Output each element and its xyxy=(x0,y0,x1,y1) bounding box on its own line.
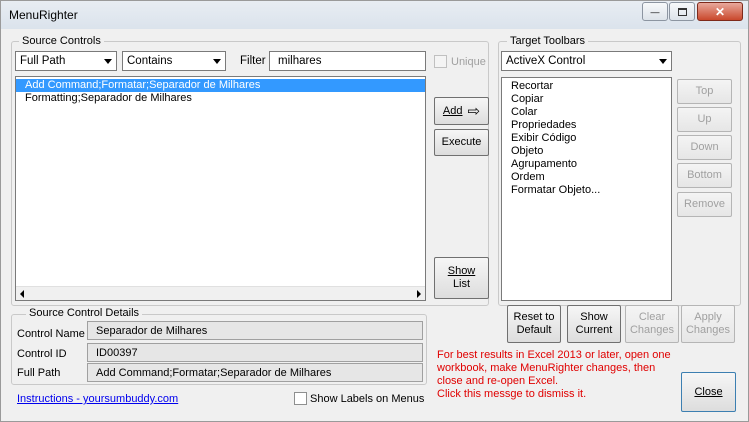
title-bar[interactable]: MenuRighter — ✕ xyxy=(1,1,748,29)
list-item[interactable]: Formatar Objeto... xyxy=(502,184,671,197)
horizontal-scrollbar[interactable] xyxy=(16,286,425,300)
filter-input[interactable]: milhares xyxy=(269,51,426,71)
apply-line1: Apply xyxy=(694,311,722,323)
control-name-label: Control Name xyxy=(17,328,85,340)
close-button-label: Close xyxy=(694,385,723,398)
instructions-link[interactable]: Instructions - yoursumbuddy.com xyxy=(17,393,178,405)
target-toolbars-label: Target Toolbars xyxy=(507,35,589,47)
minimize-icon: — xyxy=(650,6,660,17)
message-line: close and re-open Excel. xyxy=(437,375,559,387)
chevron-down-icon[interactable] xyxy=(654,52,671,70)
scroll-left-icon[interactable] xyxy=(20,290,24,298)
move-down-button[interactable]: Down xyxy=(677,135,732,160)
show-current-line2: Current xyxy=(575,324,613,336)
restore-icon xyxy=(677,7,687,16)
target-toolbar-list[interactable]: Recortar Copiar Colar Propriedades Exibi… xyxy=(501,77,672,301)
list-item[interactable]: Formatting;Separador de Milhares xyxy=(16,92,425,105)
source-control-details-label: Source Control Details xyxy=(26,307,143,319)
reset-line1: Reset to xyxy=(513,311,555,323)
show-list-button[interactable]: Show List xyxy=(434,257,489,299)
apply-line2: Changes xyxy=(685,324,731,336)
match-mode-combo[interactable]: Contains xyxy=(122,51,226,71)
filter-label: Filter xyxy=(240,55,266,67)
control-name-value: Separador de Milhares xyxy=(87,321,423,340)
message-line: workbook, make MenuRighter changes, then xyxy=(437,362,656,374)
clear-line2: Changes xyxy=(629,324,675,336)
clear-changes-button[interactable]: Clear Changes xyxy=(625,305,679,343)
show-current-line1: Show xyxy=(580,311,608,323)
menurighter-window: MenuRighter — ✕ Source Controls Full Pat… xyxy=(0,0,749,422)
list-item[interactable]: Ordem xyxy=(502,171,671,184)
show-labels-checkbox[interactable] xyxy=(294,392,307,405)
source-list-items: Add Command;Formatar;Separador de Milhar… xyxy=(16,77,425,105)
move-bottom-button[interactable]: Bottom xyxy=(677,163,732,188)
show-list-line1: Show xyxy=(447,265,476,277)
apply-changes-button[interactable]: Apply Changes xyxy=(681,305,735,343)
add-button-label: Add xyxy=(442,104,463,117)
restore-button[interactable] xyxy=(669,2,695,21)
list-item[interactable]: Copiar xyxy=(502,93,671,106)
list-item[interactable]: Agrupamento xyxy=(502,158,671,171)
clear-line1: Clear xyxy=(638,311,666,323)
control-id-value: ID00397 xyxy=(87,343,423,362)
target-toolbar-combo[interactable]: ActiveX Control xyxy=(501,51,672,71)
reset-to-default-button[interactable]: Reset to Default xyxy=(507,305,561,343)
full-path-value: Add Command;Formatar;Separador de Milhar… xyxy=(87,363,423,382)
control-id-label: Control ID xyxy=(17,348,67,360)
move-up-button[interactable]: Up xyxy=(677,107,732,132)
list-item[interactable]: Exibir Código xyxy=(502,132,671,145)
list-item[interactable]: Propriedades xyxy=(502,119,671,132)
add-button[interactable]: Add ⇨ xyxy=(434,97,489,125)
execute-button-label: Execute xyxy=(441,136,482,148)
move-top-button[interactable]: Top xyxy=(677,79,732,104)
scroll-right-icon[interactable] xyxy=(417,290,421,298)
path-mode-value: Full Path xyxy=(20,55,66,67)
unique-checkbox[interactable] xyxy=(434,55,447,68)
arrow-right-icon: ⇨ xyxy=(467,102,481,120)
source-controls-list[interactable]: Add Command;Formatar;Separador de Milhar… xyxy=(15,76,426,301)
execute-button[interactable]: Execute xyxy=(434,129,489,156)
list-item[interactable]: Objeto xyxy=(502,145,671,158)
window-title: MenuRighter xyxy=(9,8,78,22)
path-mode-combo[interactable]: Full Path xyxy=(15,51,117,71)
list-item[interactable]: Recortar xyxy=(502,80,671,93)
show-current-button[interactable]: Show Current xyxy=(567,305,621,343)
full-path-label: Full Path xyxy=(17,367,61,379)
list-item[interactable]: Add Command;Formatar;Separador de Milhar… xyxy=(16,79,425,92)
unique-label: Unique xyxy=(451,56,486,68)
close-button[interactable]: Close xyxy=(681,372,736,412)
show-list-line2: List xyxy=(452,278,471,290)
message-line: For best results in Excel 2013 or later,… xyxy=(437,349,671,361)
chevron-down-icon[interactable] xyxy=(208,52,225,70)
minimize-button[interactable]: — xyxy=(642,2,668,21)
list-item[interactable]: Colar xyxy=(502,106,671,119)
close-window-button[interactable]: ✕ xyxy=(697,2,743,21)
show-labels-label: Show Labels on Menus xyxy=(310,393,425,405)
close-icon: ✕ xyxy=(714,4,726,19)
reset-line2: Default xyxy=(516,324,552,336)
match-mode-value: Contains xyxy=(127,55,173,67)
target-toolbar-value: ActiveX Control xyxy=(506,55,586,67)
chevron-down-icon[interactable] xyxy=(99,52,116,70)
remove-button[interactable]: Remove xyxy=(677,192,732,217)
compatibility-message[interactable]: For best results in Excel 2013 or later,… xyxy=(437,349,673,401)
message-line: Click this messge to dismiss it. xyxy=(437,388,587,400)
source-controls-label: Source Controls xyxy=(19,35,104,47)
